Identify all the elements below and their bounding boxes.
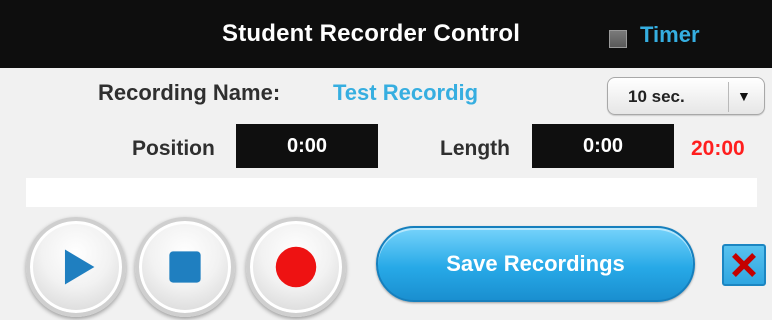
header-bar: Student Recorder Control Timer [0, 0, 772, 68]
duration-select[interactable]: 10 sec. ▼ [607, 77, 765, 115]
recording-name-value: Test Recordig [333, 80, 479, 105]
timer-checkbox[interactable] [609, 30, 627, 48]
recording-name-label: Recording Name: [98, 80, 281, 105]
play-button[interactable] [26, 217, 126, 317]
save-recordings-button[interactable]: Save Recordings [376, 226, 695, 302]
length-readout: 0:00 [532, 124, 674, 168]
chevron-down-icon[interactable]: ▼ [737, 88, 751, 104]
length-label: Length [440, 137, 510, 160]
timer-label[interactable]: Timer [640, 22, 700, 48]
record-icon [275, 246, 317, 288]
panel-title: Student Recorder Control [222, 20, 521, 47]
close-button[interactable] [722, 244, 766, 286]
duration-select-value: 10 sec. [628, 87, 685, 106]
progress-bar[interactable] [26, 178, 757, 207]
select-divider [728, 82, 729, 112]
recorder-panel: Student Recorder Control Timer Recording… [0, 0, 772, 320]
play-icon [64, 249, 95, 285]
stop-icon [169, 251, 201, 283]
stop-button[interactable] [135, 217, 235, 317]
close-icon [732, 253, 756, 277]
record-button[interactable] [246, 217, 346, 317]
position-readout: 0:00 [236, 124, 378, 168]
position-label: Position [132, 137, 215, 160]
time-limit: 20:00 [691, 137, 745, 160]
